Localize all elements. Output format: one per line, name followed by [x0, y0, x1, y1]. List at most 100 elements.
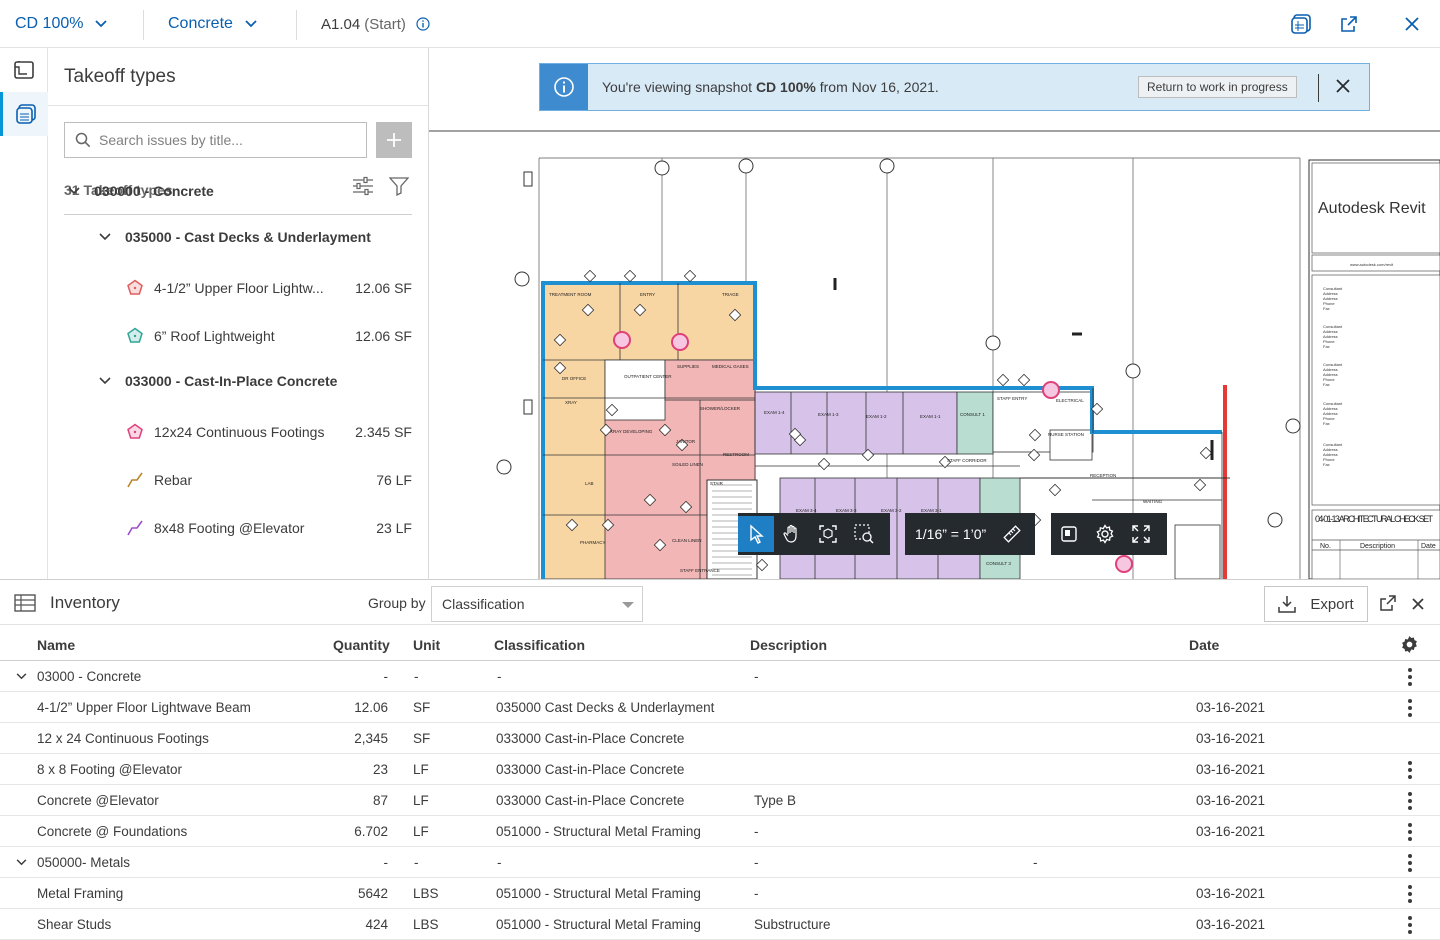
ruler-icon[interactable]	[994, 516, 1030, 552]
row-menu-icon[interactable]	[1406, 823, 1414, 841]
floor-plan[interactable]: Autodesk Revit www.autodesk.com/revit 04-0…	[429, 48, 1440, 579]
cell-quantity: 6.702	[354, 824, 388, 839]
table-row[interactable]: Concrete @ Foundations 6.702 LF 051000 - St…	[0, 816, 1440, 847]
table-group-row[interactable]: 03000 - Concrete - - - -	[0, 661, 1440, 692]
info-icon[interactable]	[416, 17, 430, 31]
row-menu-icon[interactable]	[1406, 885, 1414, 903]
pan-hand-icon[interactable]	[774, 516, 810, 552]
col-date[interactable]: Date	[1189, 637, 1219, 653]
room-label: MEDICAL GASES	[712, 364, 749, 369]
cell-quantity: -	[383, 855, 389, 870]
table-group-row[interactable]: 050000- Metals - - - - -	[0, 847, 1440, 878]
takeoff-tab[interactable]	[0, 92, 48, 136]
group-by-label: Group by	[368, 595, 426, 611]
cell-quantity: 424	[365, 917, 388, 932]
col-description[interactable]: Description	[750, 637, 827, 653]
room-label: LAB	[585, 481, 594, 486]
export-button[interactable]: Export	[1264, 586, 1368, 622]
table-row[interactable]: 8 x 8 Footing @Elevator 23 LF 033000 Cast-i…	[0, 754, 1440, 785]
takeoff-type-item[interactable]: 4-1/2” Upper Floor Lightw... 12.06 SF	[126, 279, 412, 297]
room-label: EXAM 1-3	[818, 412, 839, 417]
table-row[interactable]: Metal Framing 5642 LBS 051000 - Structural …	[0, 878, 1440, 909]
fit-view-icon[interactable]	[810, 516, 846, 552]
takeoff-type-label: Rebar	[154, 472, 193, 488]
room-label: XRAY DEVELOPING	[610, 429, 653, 434]
tree-group[interactable]: 030000 - Concrete	[68, 183, 214, 199]
sheet-view-icon[interactable]	[1051, 516, 1087, 552]
select-pointer-icon[interactable]	[738, 516, 774, 552]
grid-bubble	[879, 158, 895, 174]
col-name[interactable]: Name	[37, 637, 75, 653]
panel-title: Takeoff types	[64, 66, 176, 87]
takeoff-type-item[interactable]: 8x48 Footing @Elevator 23 LF	[126, 519, 412, 537]
drawing-viewer[interactable]: Autodesk Revit www.autodesk.com/revit 04-0…	[429, 48, 1440, 579]
col-unit[interactable]: Unit	[413, 637, 440, 653]
chevron-down-icon[interactable]	[99, 233, 111, 241]
add-takeoff-button[interactable]	[376, 122, 412, 158]
chevron-down-icon[interactable]	[16, 859, 27, 866]
room-label: STAFF ENTRY	[997, 396, 1027, 401]
tree-subgroup[interactable]: 035000 - Cast Decks & Underlayment	[99, 229, 371, 245]
col-quantity[interactable]: Quantity	[333, 637, 390, 653]
divider	[48, 105, 428, 106]
share-icon[interactable]	[1337, 12, 1361, 36]
takeoff-type-item[interactable]: 12x24 Continuous Footings 2.345 SF	[126, 423, 412, 441]
room-label: EXAM 1-2	[866, 414, 887, 419]
fullscreen-icon[interactable]	[1123, 516, 1159, 552]
col-classification[interactable]: Classification	[494, 637, 585, 653]
sheets-tab[interactable]	[0, 48, 48, 92]
filter-dropdown[interactable]: Concrete	[168, 0, 257, 48]
banner-message: You're viewing snapshot CD 100% from Nov…	[602, 79, 939, 95]
table-row[interactable]: 4-1/2” Upper Floor Lightwave Beam 12.06 SF…	[0, 692, 1440, 723]
search-box[interactable]	[64, 122, 367, 158]
info-icon	[540, 64, 588, 110]
row-menu-icon[interactable]	[1406, 699, 1414, 717]
cell-unit: LF	[413, 793, 429, 808]
row-menu-icon[interactable]	[1406, 792, 1414, 810]
inventory-panel: Inventory Group by Classification Export…	[0, 579, 1440, 940]
sheet-name: 04-01-13 ARCHITECTURAL CHECK SET	[1315, 514, 1434, 524]
sheet-title: A1.04 (Start)	[321, 0, 430, 48]
popout-icon[interactable]	[1380, 595, 1396, 616]
return-to-wip-button[interactable]: Return to work in progress	[1138, 76, 1297, 98]
filter-icon[interactable]	[388, 176, 410, 201]
sheets-layers-icon[interactable]	[1289, 12, 1313, 36]
table-row[interactable]: 12 x 24 Continuous Footings 2,345 SF 033000…	[0, 723, 1440, 754]
close-inventory-icon[interactable]	[1412, 597, 1424, 615]
chevron-down-icon[interactable]	[68, 187, 80, 195]
group-by-select[interactable]: Classification	[431, 586, 643, 622]
cell-name: 050000- Metals	[37, 855, 131, 870]
takeoff-type-item[interactable]: Rebar 76 LF	[126, 471, 412, 489]
view-toolbar	[1051, 513, 1167, 555]
grid-bubble	[985, 335, 1001, 351]
tree-label: 033000 - Cast-In-Place Concrete	[125, 373, 338, 389]
row-menu-icon[interactable]	[1406, 916, 1414, 934]
takeoff-panel: Takeoff types 31 Takeoff types 030000 - …	[48, 48, 429, 579]
zoom-window-icon[interactable]	[846, 516, 882, 552]
tree-subgroup[interactable]: 033000 - Cast-In-Place Concrete	[99, 373, 337, 389]
close-icon[interactable]	[1400, 12, 1424, 36]
banner-close-icon[interactable]	[1335, 78, 1351, 99]
chevron-down-icon[interactable]	[16, 673, 27, 680]
polyline-icon	[127, 520, 143, 536]
search-input[interactable]	[99, 132, 349, 148]
table-row[interactable]: Concrete @Elevator 87 LF 033000 Cast-in-Pla…	[0, 785, 1440, 816]
row-menu-icon[interactable]	[1406, 761, 1414, 779]
version-dropdown[interactable]: CD 100%	[15, 0, 108, 48]
room-label: TRIAGE	[722, 292, 739, 297]
row-menu-icon[interactable]	[1406, 854, 1414, 872]
tag-diamond	[1199, 446, 1213, 460]
chevron-down-icon[interactable]	[99, 377, 111, 385]
settings-sliders-icon[interactable]	[352, 176, 374, 201]
consultant-line: Fax	[1323, 382, 1330, 387]
settings-gear-icon[interactable]	[1087, 516, 1123, 552]
tree-label: 030000 - Concrete	[94, 183, 214, 199]
tag-diamond	[683, 269, 697, 283]
takeoff-type-item[interactable]: 6” Roof Lightweight 12.06 SF	[126, 327, 412, 345]
title-block-col-no: No.	[1320, 543, 1331, 550]
cell-quantity: 2,345	[354, 731, 388, 746]
table-settings-gear-icon[interactable]	[1400, 635, 1419, 659]
chevron-down-icon	[95, 20, 108, 28]
table-row[interactable]: Shear Studs 424 LBS 051000 - Structural Met…	[0, 909, 1440, 940]
row-menu-icon[interactable]	[1406, 668, 1414, 686]
